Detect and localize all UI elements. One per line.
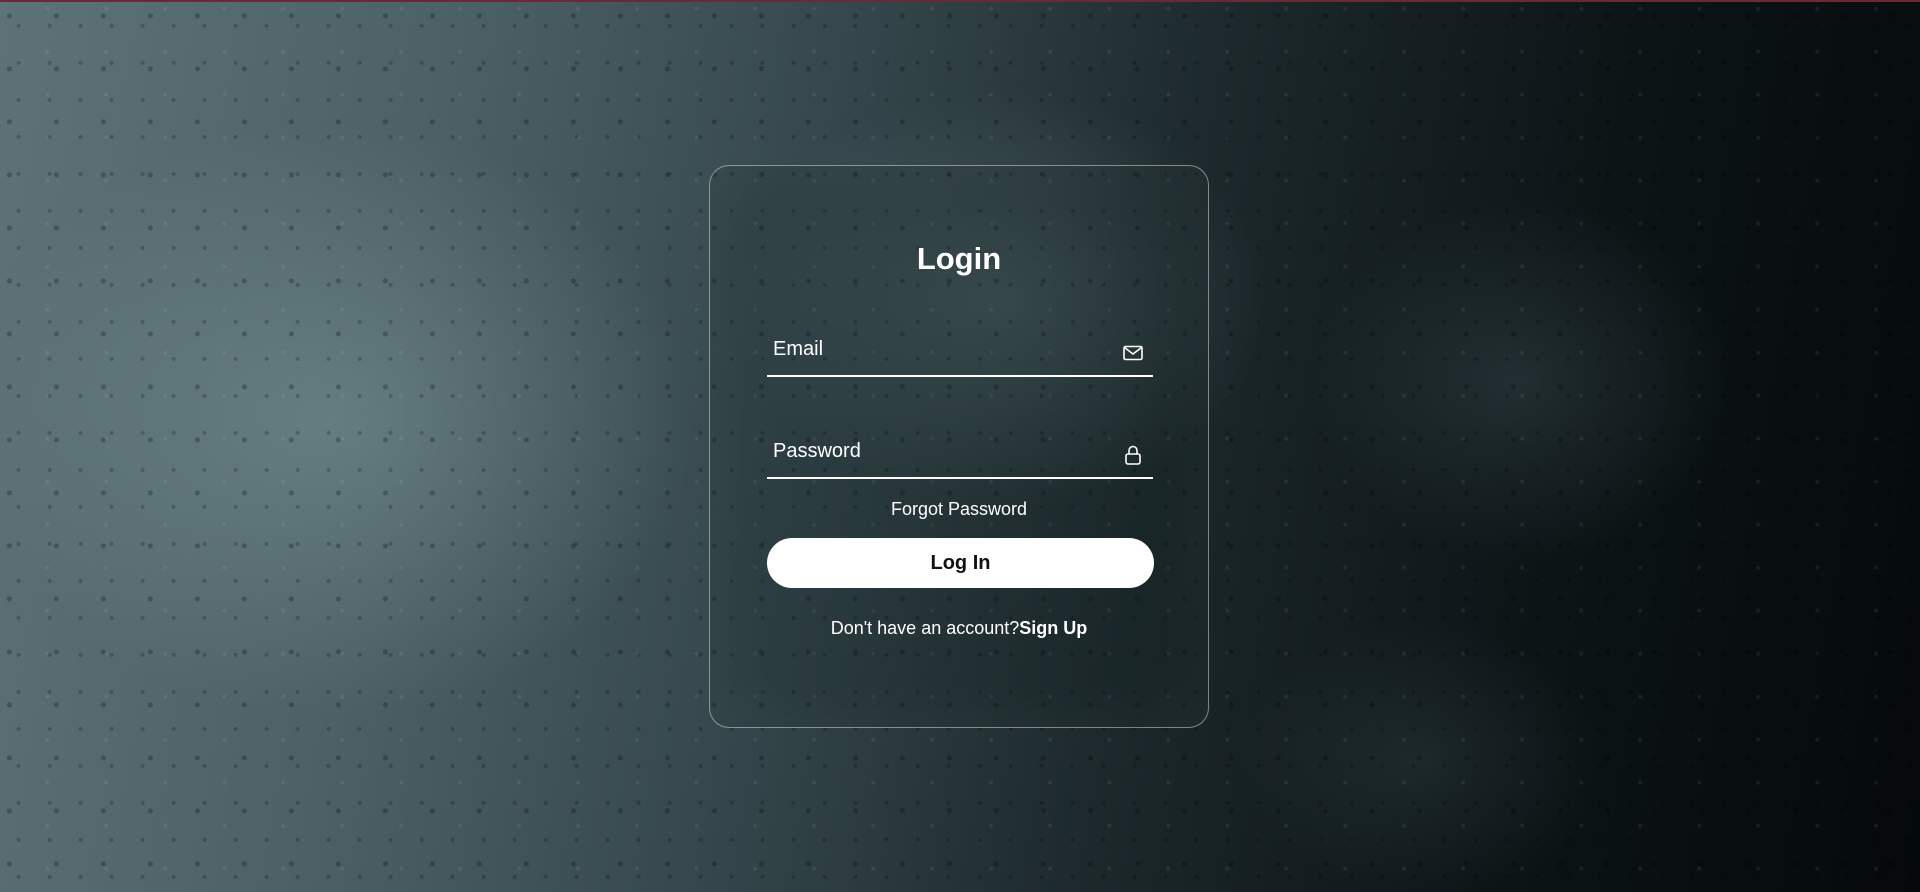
forgot-password-link[interactable]: Forgot Password	[710, 499, 1208, 520]
signup-row: Don't have an account?Sign Up	[710, 618, 1208, 639]
lock-icon	[1121, 443, 1145, 467]
password-input[interactable]	[767, 425, 1107, 477]
signup-prompt: Don't have an account?	[830, 618, 1020, 638]
top-accent-line	[0, 0, 1920, 2]
login-button[interactable]: Log In	[767, 538, 1154, 588]
email-input[interactable]	[767, 323, 1107, 375]
login-card: Login Forgot Password Log In Don't have …	[709, 165, 1209, 728]
email-field-wrapper	[767, 323, 1153, 377]
envelope-icon	[1121, 341, 1145, 365]
login-title: Login	[916, 241, 1002, 276]
password-field-wrapper	[767, 425, 1153, 479]
signup-link[interactable]: Sign Up	[1019, 618, 1087, 638]
